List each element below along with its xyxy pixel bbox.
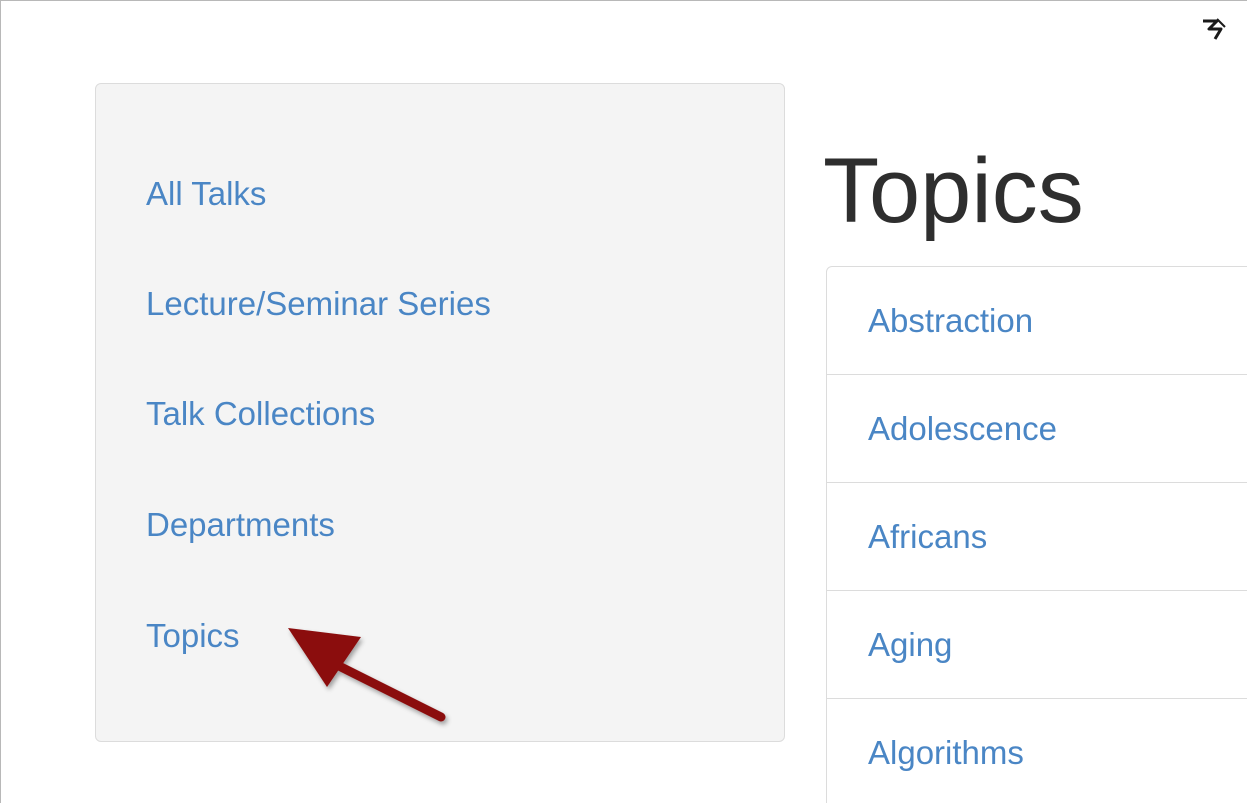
topic-item-algorithms[interactable]: Algorithms <box>827 699 1247 803</box>
pen-cursor-icon <box>1203 18 1226 40</box>
topic-item-adolescence[interactable]: Adolescence <box>827 375 1247 483</box>
topic-item-abstraction[interactable]: Abstraction <box>827 267 1247 375</box>
sidebar-item-departments[interactable]: Departments <box>146 505 335 545</box>
topic-label[interactable]: Algorithms <box>868 733 1024 773</box>
browser-viewport: All Talks Lecture/Seminar Series Talk Co… <box>0 0 1247 803</box>
topic-item-aging[interactable]: Aging <box>827 591 1247 699</box>
topic-list: Abstraction Adolescence Africans Aging A… <box>826 266 1247 803</box>
topic-label[interactable]: Africans <box>868 517 987 557</box>
topic-item-africans[interactable]: Africans <box>827 483 1247 591</box>
sidebar-item-talk-collections[interactable]: Talk Collections <box>146 394 375 434</box>
sidebar-nav: All Talks Lecture/Seminar Series Talk Co… <box>95 83 785 742</box>
sidebar-item-all-talks[interactable]: All Talks <box>146 174 266 214</box>
topic-label[interactable]: Aging <box>868 625 952 665</box>
topic-label[interactable]: Adolescence <box>868 409 1057 449</box>
topic-label[interactable]: Abstraction <box>868 301 1033 341</box>
sidebar-item-topics[interactable]: Topics <box>146 616 240 656</box>
sidebar-item-lecture-seminar-series[interactable]: Lecture/Seminar Series <box>146 284 491 324</box>
page-title: Topics <box>823 140 1084 242</box>
